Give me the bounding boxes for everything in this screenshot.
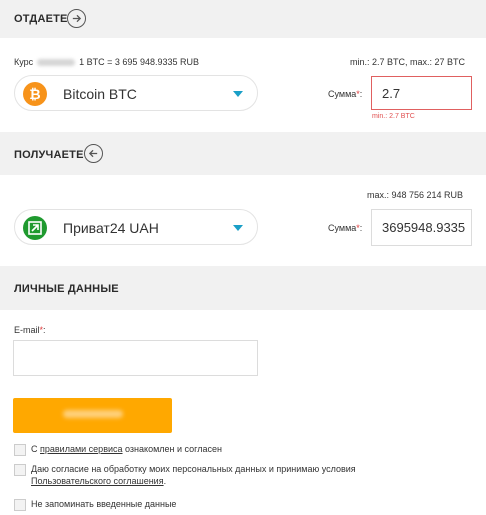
consent-text: Даю согласие на обработку моих персональ… (31, 464, 356, 486)
give-sum-input[interactable]: 2.7 (371, 76, 472, 110)
rate-prefix: Курс (14, 57, 34, 67)
remember-text: Не запоминать введенные данные (31, 499, 177, 509)
privat24-icon (23, 216, 47, 240)
give-sum-value: 2.7 (382, 85, 401, 101)
arrow-right-circle-icon[interactable] (67, 9, 86, 28)
receive-currency-label: Приват24 UAH (63, 220, 159, 236)
receive-sum-label: Сумма*: (328, 223, 363, 233)
receive-header: ПОЛУЧАЕТЕ (0, 132, 486, 175)
remember-option[interactable]: Не запоминать введенные данные (14, 498, 176, 511)
rate-value: 1 BTC = 3 695 948.9335 RUB (79, 57, 199, 67)
blurred-submit-label (63, 410, 123, 418)
chevron-down-icon (233, 91, 243, 97)
give-limits: min.: 2.7 BTC, max.: 27 BTC (350, 57, 466, 67)
receive-limits: max.: 948 756 214 RUB (367, 190, 464, 200)
personal-title: ЛИЧНЫЕ ДАННЫЕ (14, 283, 119, 295)
give-currency-select[interactable]: ₿ Bitcoin BTC (14, 75, 258, 111)
chevron-down-icon (233, 225, 243, 231)
rules-agreement[interactable]: С правилами сервиса ознакомлен и согласе… (14, 443, 222, 456)
email-label: E-mail*: (14, 325, 46, 335)
give-header: ОТДАЕТЕ (0, 0, 486, 38)
give-sum-error: min.: 2.7 BTC (372, 113, 415, 120)
give-sum-label: Сумма*: (328, 89, 363, 99)
svg-text:₿: ₿ (29, 86, 40, 102)
receive-currency-select[interactable]: Приват24 UAH (14, 209, 258, 245)
consent-agreement[interactable]: Даю согласие на обработку моих персональ… (14, 463, 356, 487)
arrow-left-circle-icon[interactable] (84, 144, 103, 163)
bitcoin-icon: ₿ (23, 82, 47, 106)
rules-link[interactable]: правилами сервиса (40, 444, 123, 454)
blurred-rate-source (37, 59, 76, 67)
rate-line: Курс 1 BTC = 3 695 948.9335 RUB (14, 57, 199, 67)
receive-sum-value: 3695948.9335 (382, 220, 466, 235)
rules-text: С правилами сервиса ознакомлен и согласе… (31, 444, 222, 454)
receive-title: ПОЛУЧАЕТЕ (14, 149, 84, 161)
remember-checkbox[interactable] (14, 499, 26, 511)
receive-sum-input[interactable]: 3695948.9335 (371, 209, 472, 246)
user-agreement-link[interactable]: Пользовательского соглашения (31, 476, 164, 486)
consent-checkbox[interactable] (14, 464, 26, 476)
personal-header: ЛИЧНЫЕ ДАННЫЕ (0, 266, 486, 310)
give-title: ОТДАЕТЕ (14, 13, 68, 25)
rules-checkbox[interactable] (14, 444, 26, 456)
give-currency-label: Bitcoin BTC (63, 86, 137, 102)
submit-button[interactable] (13, 398, 172, 433)
email-field[interactable] (13, 340, 258, 376)
